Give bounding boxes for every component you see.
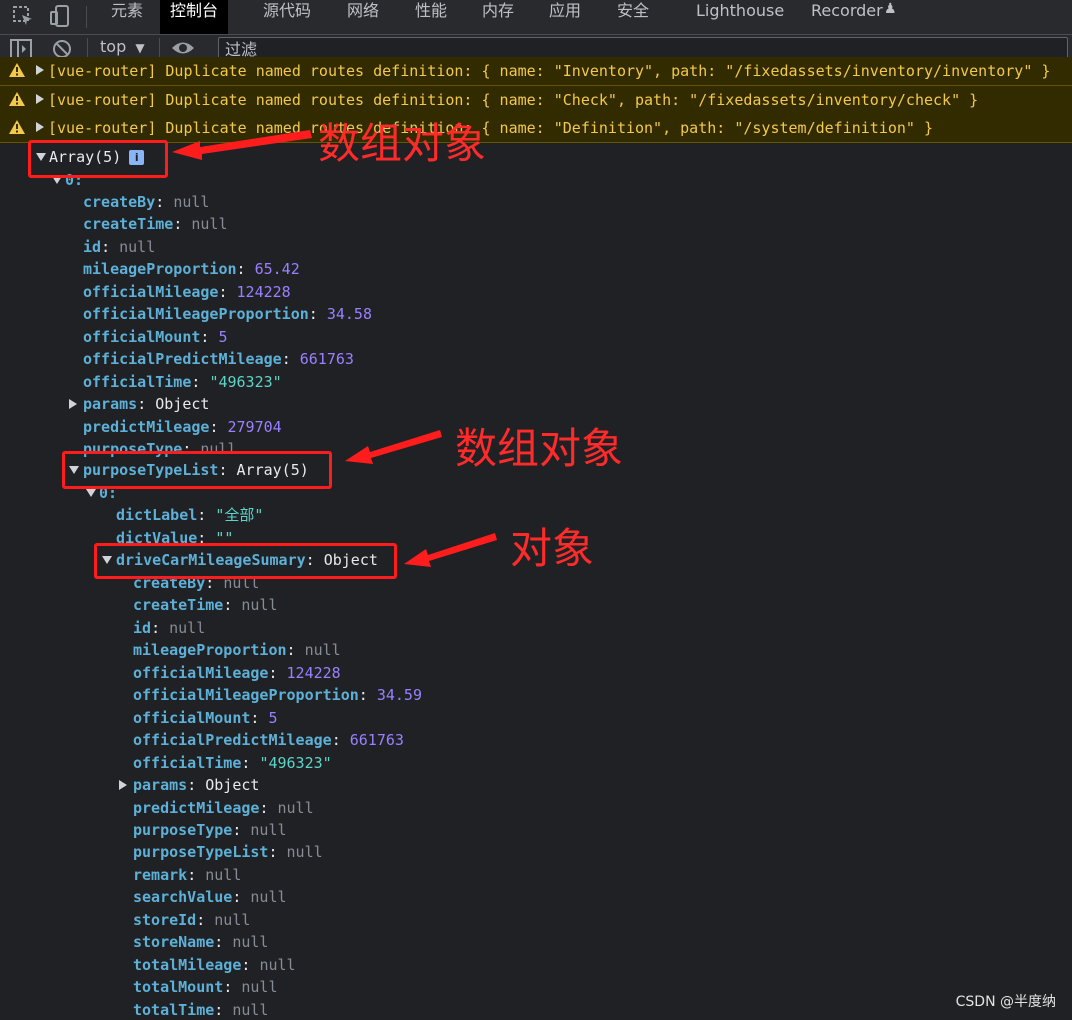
annotation-label: 数组对象 (318, 119, 487, 168)
annotation-arrows (172, 130, 497, 567)
annotation-label: 对象 (510, 524, 595, 573)
annotation-label: 数组对象 (455, 424, 624, 473)
watermark: CSDN @半度纳 (955, 994, 1056, 1010)
annotation-arrow (345, 430, 442, 464)
annotation-arrow (172, 130, 312, 160)
annotation-arrow (404, 533, 497, 567)
